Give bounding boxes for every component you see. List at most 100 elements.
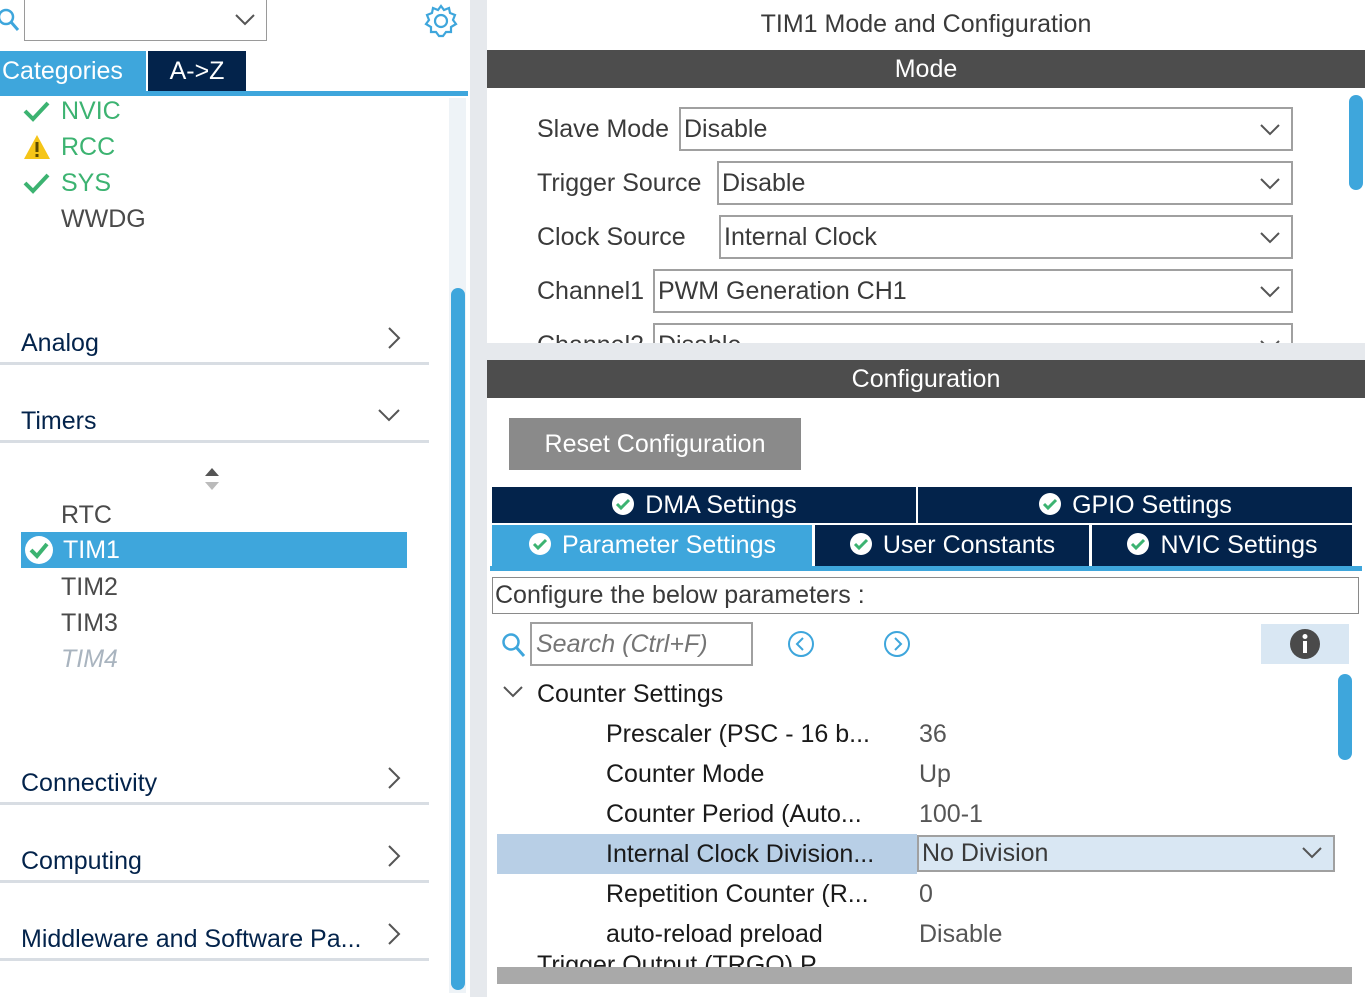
param-value: Up <box>919 760 951 788</box>
param-name: Internal Clock Division... <box>606 840 875 868</box>
tree-item-rcc[interactable]: RCC <box>61 129 115 165</box>
channel1-select[interactable]: PWM Generation CH1 <box>653 269 1293 313</box>
tab-label: NVIC Settings <box>1160 531 1318 559</box>
param-row-counter-period[interactable]: Counter Period (Auto... 100-1 <box>497 794 1337 834</box>
info-icon <box>1290 629 1320 659</box>
chevron-down-icon <box>1260 232 1280 244</box>
chevron-down-icon <box>1260 124 1280 136</box>
param-name: Counter Mode <box>606 760 765 788</box>
chevron-down-icon <box>1260 340 1280 343</box>
check-circle-icon <box>1127 533 1150 556</box>
slave-mode-select[interactable]: Disable <box>679 107 1293 151</box>
tree-item-tim3[interactable]: TIM3 <box>61 605 118 641</box>
category-connectivity[interactable]: Connectivity <box>0 761 429 805</box>
param-value: 36 <box>919 720 947 748</box>
tab-parameter-settings[interactable]: Parameter Settings <box>492 525 812 566</box>
group-trgo-partial[interactable]: Trigger Output (TRGO) P... <box>497 955 1337 967</box>
category-label: Computing <box>21 847 142 875</box>
param-name: Prescaler (PSC - 16 b... <box>606 720 870 748</box>
tab-gpio-settings[interactable]: GPIO Settings <box>918 487 1352 523</box>
mode-header: Mode <box>487 50 1365 88</box>
select-value: No Division <box>922 839 1049 867</box>
tab-label: User Constants <box>882 531 1056 559</box>
tab-dma-settings[interactable]: DMA Settings <box>492 487 916 523</box>
tree-item-tim2[interactable]: TIM2 <box>61 569 118 605</box>
reset-configuration-button[interactable]: Reset Configuration <box>509 418 801 470</box>
tree-item-tim4[interactable]: TIM4 <box>61 641 118 677</box>
trigger-source-select[interactable]: Disable <box>717 161 1293 205</box>
next-icon[interactable] <box>883 630 911 658</box>
param-scrollbar-thumb[interactable] <box>1338 674 1352 760</box>
tab-a-to-z[interactable]: A->Z <box>148 51 246 91</box>
param-value: 100-1 <box>919 800 983 828</box>
search-combo[interactable] <box>24 0 267 41</box>
info-button[interactable] <box>1261 624 1349 664</box>
tree-item-label: TIM1 <box>63 536 120 564</box>
left-scrollbar-thumb[interactable] <box>451 288 465 990</box>
param-row-prescaler[interactable]: Prescaler (PSC - 16 b... 36 <box>497 714 1337 754</box>
category-computing[interactable]: Computing <box>0 839 429 883</box>
param-value: Disable <box>919 920 1003 948</box>
tree-item-nvic[interactable]: NVIC <box>61 93 121 129</box>
select-value: PWM Generation CH1 <box>658 277 907 305</box>
mode-scrollbar-thumb[interactable] <box>1349 95 1363 190</box>
chevron-right-icon <box>388 845 401 867</box>
panel-splitter[interactable] <box>470 0 487 997</box>
chevron-down-icon <box>1302 847 1322 859</box>
mode-label: Channel1 <box>537 277 645 305</box>
channel2-select[interactable]: Disable <box>653 323 1293 343</box>
horizontal-scrollbar[interactable] <box>497 967 1352 984</box>
left-panel: Categories A->Z NVIC RCC SYS WWDG Analog… <box>0 0 470 997</box>
parameter-search-input[interactable] <box>530 622 753 666</box>
select-value: Disable <box>684 115 768 143</box>
search-icon <box>502 633 526 657</box>
param-name: auto-reload preload <box>606 920 823 948</box>
category-label: Connectivity <box>21 769 158 797</box>
param-row-internal-clock-division[interactable]: Internal Clock Division... <box>497 834 917 874</box>
check-circle-icon <box>529 533 551 556</box>
clock-source-select[interactable]: Internal Clock <box>719 215 1293 259</box>
category-timers[interactable]: Timers <box>0 399 429 443</box>
chevron-down-icon <box>235 14 255 26</box>
group-counter-settings[interactable]: Counter Settings <box>537 674 723 714</box>
param-row-counter-mode[interactable]: Counter Mode Up <box>497 754 1337 794</box>
chevron-right-icon <box>388 923 401 945</box>
sort-icon[interactable] <box>203 466 221 492</box>
tab-categories[interactable]: Categories <box>0 51 146 91</box>
param-row-repetition-counter[interactable]: Repetition Counter (R... 0 <box>497 874 1337 914</box>
category-analog[interactable]: Analog <box>0 321 429 365</box>
param-name: Repetition Counter (R... <box>606 880 869 908</box>
param-value: 0 <box>919 880 933 908</box>
select-value: Internal Clock <box>724 223 877 251</box>
gear-icon[interactable] <box>424 4 458 38</box>
select-value: Disable <box>658 331 741 343</box>
tab-nvic-settings[interactable]: NVIC Settings <box>1092 525 1352 566</box>
tab-label: GPIO Settings <box>1072 491 1232 519</box>
check-icon <box>23 101 50 122</box>
category-middleware[interactable]: Middleware and Software Pa... <box>0 917 429 961</box>
category-label: Analog <box>21 329 99 357</box>
mode-label: Trigger Source <box>537 169 702 197</box>
select-value: Disable <box>722 169 806 197</box>
check-circle-icon <box>849 533 872 556</box>
chevron-down-icon <box>1260 286 1280 298</box>
tree-item-tim1[interactable]: TIM1 <box>21 532 407 568</box>
tab-user-constants[interactable]: User Constants <box>815 525 1089 566</box>
chevron-down-icon <box>378 409 400 422</box>
tree-item-sys[interactable]: SYS <box>61 165 111 201</box>
tree-item-wwdg[interactable]: WWDG <box>61 201 146 237</box>
previous-icon[interactable] <box>787 630 815 658</box>
search-icon[interactable] <box>0 6 22 34</box>
mode-label: Slave Mode <box>537 115 670 143</box>
param-row-auto-reload-preload[interactable]: auto-reload preload Disable <box>497 914 1337 954</box>
tab-label: Parameter Settings <box>562 531 776 559</box>
section-splitter[interactable] <box>487 343 1365 360</box>
check-circle-icon <box>1039 493 1062 516</box>
chevron-down-icon[interactable] <box>502 684 524 700</box>
internal-clock-division-select[interactable]: No Division <box>917 835 1335 872</box>
category-label: Middleware and Software Pa... <box>21 925 362 953</box>
group-label: Trigger Output (TRGO) P... <box>537 955 834 967</box>
panel-title: TIM1 Mode and Configuration <box>760 10 1092 38</box>
check-circle-icon <box>25 536 53 564</box>
tree-item-rtc[interactable]: RTC <box>61 497 112 533</box>
